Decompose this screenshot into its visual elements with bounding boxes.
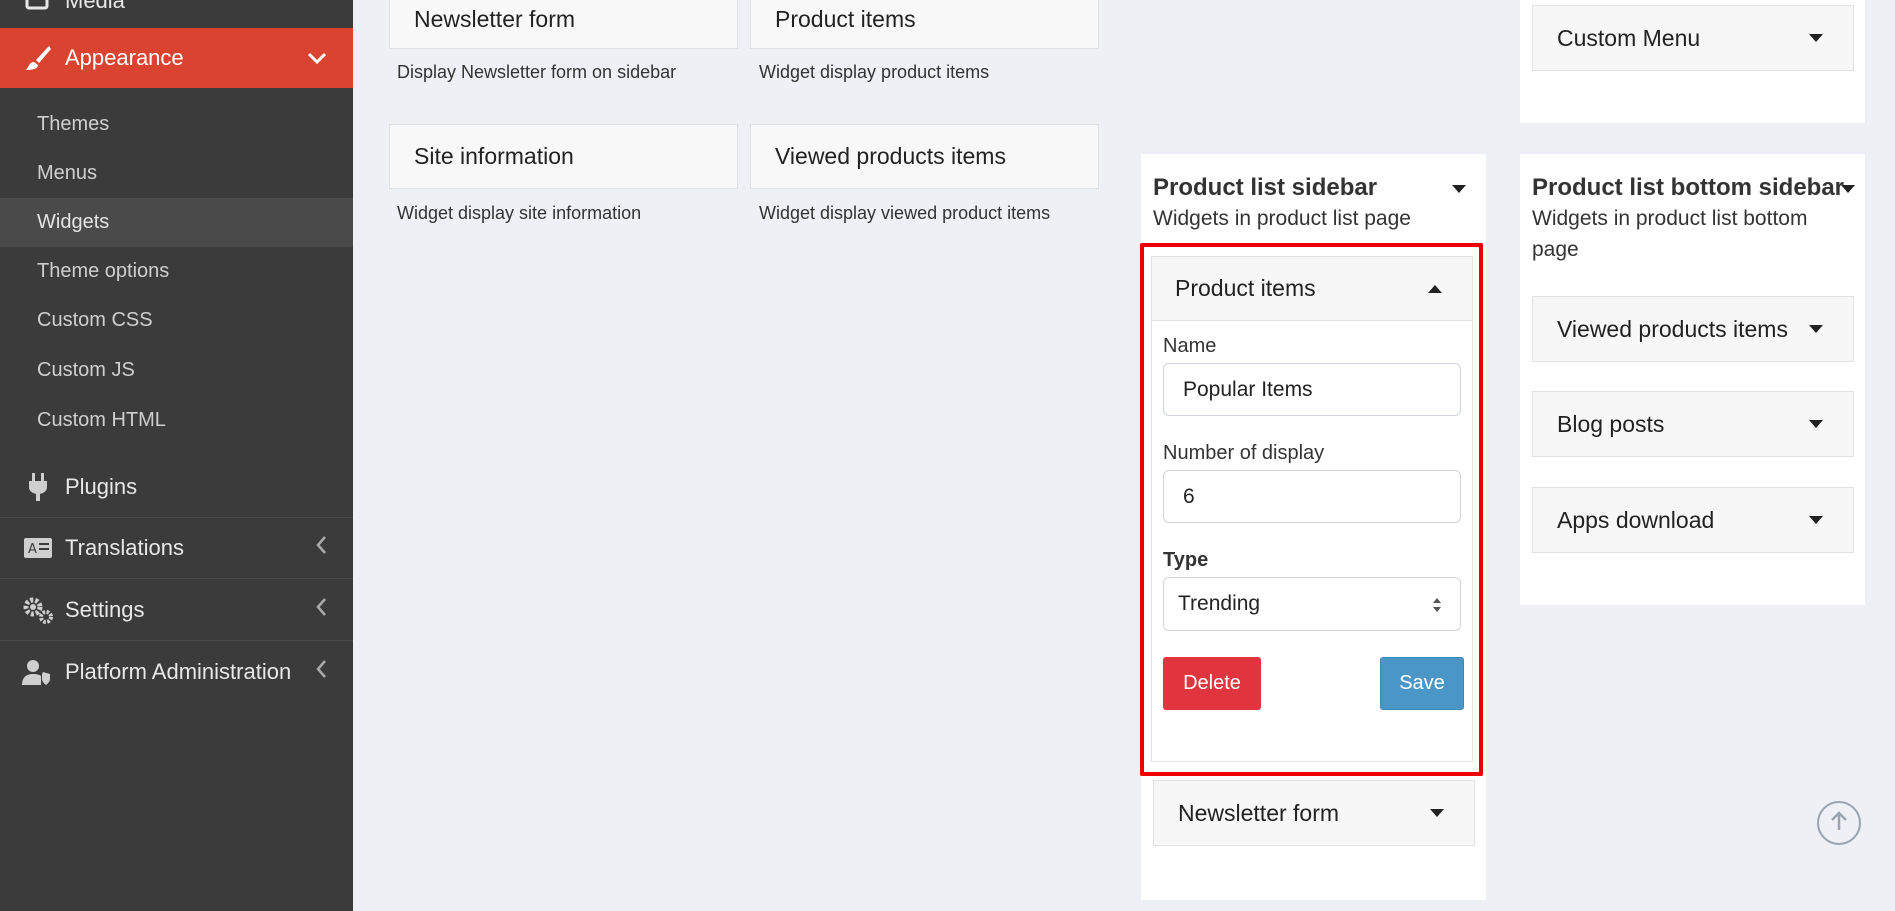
sidebar-widget-blog-posts[interactable]: Blog posts bbox=[1532, 391, 1854, 457]
number-of-display-input[interactable]: 6 bbox=[1163, 470, 1461, 523]
select-arrows-icon bbox=[1432, 596, 1442, 620]
chevron-left-icon bbox=[315, 659, 327, 685]
plug-icon bbox=[22, 471, 54, 503]
sidebar-item-settings[interactable]: Settings bbox=[0, 579, 353, 641]
available-widget-site-information[interactable]: Site information bbox=[389, 124, 738, 189]
available-widget-viewed-products-items[interactable]: Viewed products items bbox=[750, 124, 1099, 189]
sidebar-item-media[interactable]: Media bbox=[0, 0, 353, 16]
product-list-bottom-sidebar-panel: Product list bottom sidebar Widgets in p… bbox=[1520, 154, 1865, 605]
sidebar-subitem-theme-options[interactable]: Theme options bbox=[0, 247, 353, 296]
sidebar-subitem-widgets[interactable]: Widgets bbox=[0, 198, 353, 247]
chevron-down-icon bbox=[307, 45, 327, 71]
sidebar-widget-custom-menu[interactable]: Custom Menu bbox=[1532, 5, 1854, 71]
sidebar-subitem-themes[interactable]: Themes bbox=[0, 100, 353, 149]
type-label: Type bbox=[1163, 549, 1209, 571]
caret-down-icon[interactable] bbox=[1809, 516, 1823, 524]
back-to-top-button[interactable] bbox=[1817, 801, 1861, 845]
widget-header[interactable]: Product items bbox=[1152, 257, 1472, 321]
sidebar-item-plugins[interactable]: Plugins bbox=[0, 457, 353, 518]
gears-icon bbox=[22, 594, 54, 626]
sidebar-item-platform-administration[interactable]: Platform Administration bbox=[0, 641, 353, 702]
sidebar-subitem-custom-html[interactable]: Custom HTML bbox=[0, 396, 353, 445]
save-button[interactable]: Save bbox=[1380, 657, 1464, 710]
widget-area-panel: Custom Menu bbox=[1520, 0, 1865, 123]
panel-subtitle: Widgets in product list bottom page bbox=[1532, 207, 1808, 261]
available-widget-newsletter-form[interactable]: Newsletter form bbox=[389, 0, 738, 49]
widget-description: Widget display site information bbox=[397, 203, 642, 223]
arrow-up-icon bbox=[1829, 810, 1849, 837]
sidebar-subitem-menus[interactable]: Menus bbox=[0, 149, 353, 198]
sidebar-widget-viewed-products-items[interactable]: Viewed products items bbox=[1532, 296, 1854, 362]
media-icon bbox=[22, 0, 54, 17]
panel-title: Product list sidebar bbox=[1153, 174, 1378, 201]
sidebar-item-translations[interactable]: A Translations bbox=[0, 518, 353, 579]
caret-down-icon[interactable] bbox=[1841, 185, 1855, 193]
product-list-sidebar-panel: Product list sidebar Widgets in product … bbox=[1140, 154, 1486, 900]
sidebar-widget-apps-download[interactable]: Apps download bbox=[1532, 487, 1854, 553]
caret-down-icon[interactable] bbox=[1452, 185, 1466, 193]
widget-description: Widget display product items bbox=[759, 62, 990, 82]
available-widget-product-items[interactable]: Product items bbox=[750, 0, 1099, 49]
sidebar-widget-newsletter-form[interactable]: Newsletter form bbox=[1153, 780, 1475, 846]
widget-description: Widget display viewed product items bbox=[759, 203, 1051, 223]
chevron-left-icon bbox=[315, 597, 327, 623]
caret-down-icon[interactable] bbox=[1430, 809, 1444, 817]
admin-sidebar: Media Appearance Themes Menus Widgets Th… bbox=[0, 0, 353, 911]
caret-up-icon[interactable] bbox=[1428, 285, 1442, 293]
delete-button[interactable]: Delete bbox=[1163, 657, 1261, 710]
paintbrush-icon bbox=[22, 42, 54, 74]
svg-text:A: A bbox=[28, 542, 37, 557]
name-input[interactable]: Popular Items bbox=[1163, 363, 1461, 416]
open-widget-product-items: Product items Name Popular Items Number … bbox=[1151, 256, 1473, 762]
panel-subtitle: Widgets in product list page bbox=[1153, 207, 1411, 230]
chevron-left-icon bbox=[315, 535, 327, 561]
name-label: Name bbox=[1163, 335, 1217, 357]
language-icon: A bbox=[22, 532, 54, 564]
sidebar-item-appearance[interactable]: Appearance bbox=[0, 28, 353, 88]
caret-down-icon[interactable] bbox=[1809, 325, 1823, 333]
sidebar-item-label: Media bbox=[65, 0, 125, 13]
sidebar-item-label: Appearance bbox=[65, 45, 184, 70]
user-shield-icon bbox=[22, 656, 54, 688]
highlight-box: Product items Name Popular Items Number … bbox=[1140, 243, 1483, 776]
panel-title: Product list bottom sidebar bbox=[1532, 174, 1845, 201]
type-select[interactable]: Trending bbox=[1163, 577, 1461, 631]
caret-down-icon[interactable] bbox=[1809, 34, 1823, 42]
sidebar-subitem-custom-css[interactable]: Custom CSS bbox=[0, 296, 353, 345]
number-of-display-label: Number of display bbox=[1163, 442, 1325, 464]
caret-down-icon[interactable] bbox=[1809, 420, 1823, 428]
widget-description: Display Newsletter form on sidebar bbox=[397, 62, 677, 82]
sidebar-subitem-custom-js[interactable]: Custom JS bbox=[0, 346, 353, 395]
